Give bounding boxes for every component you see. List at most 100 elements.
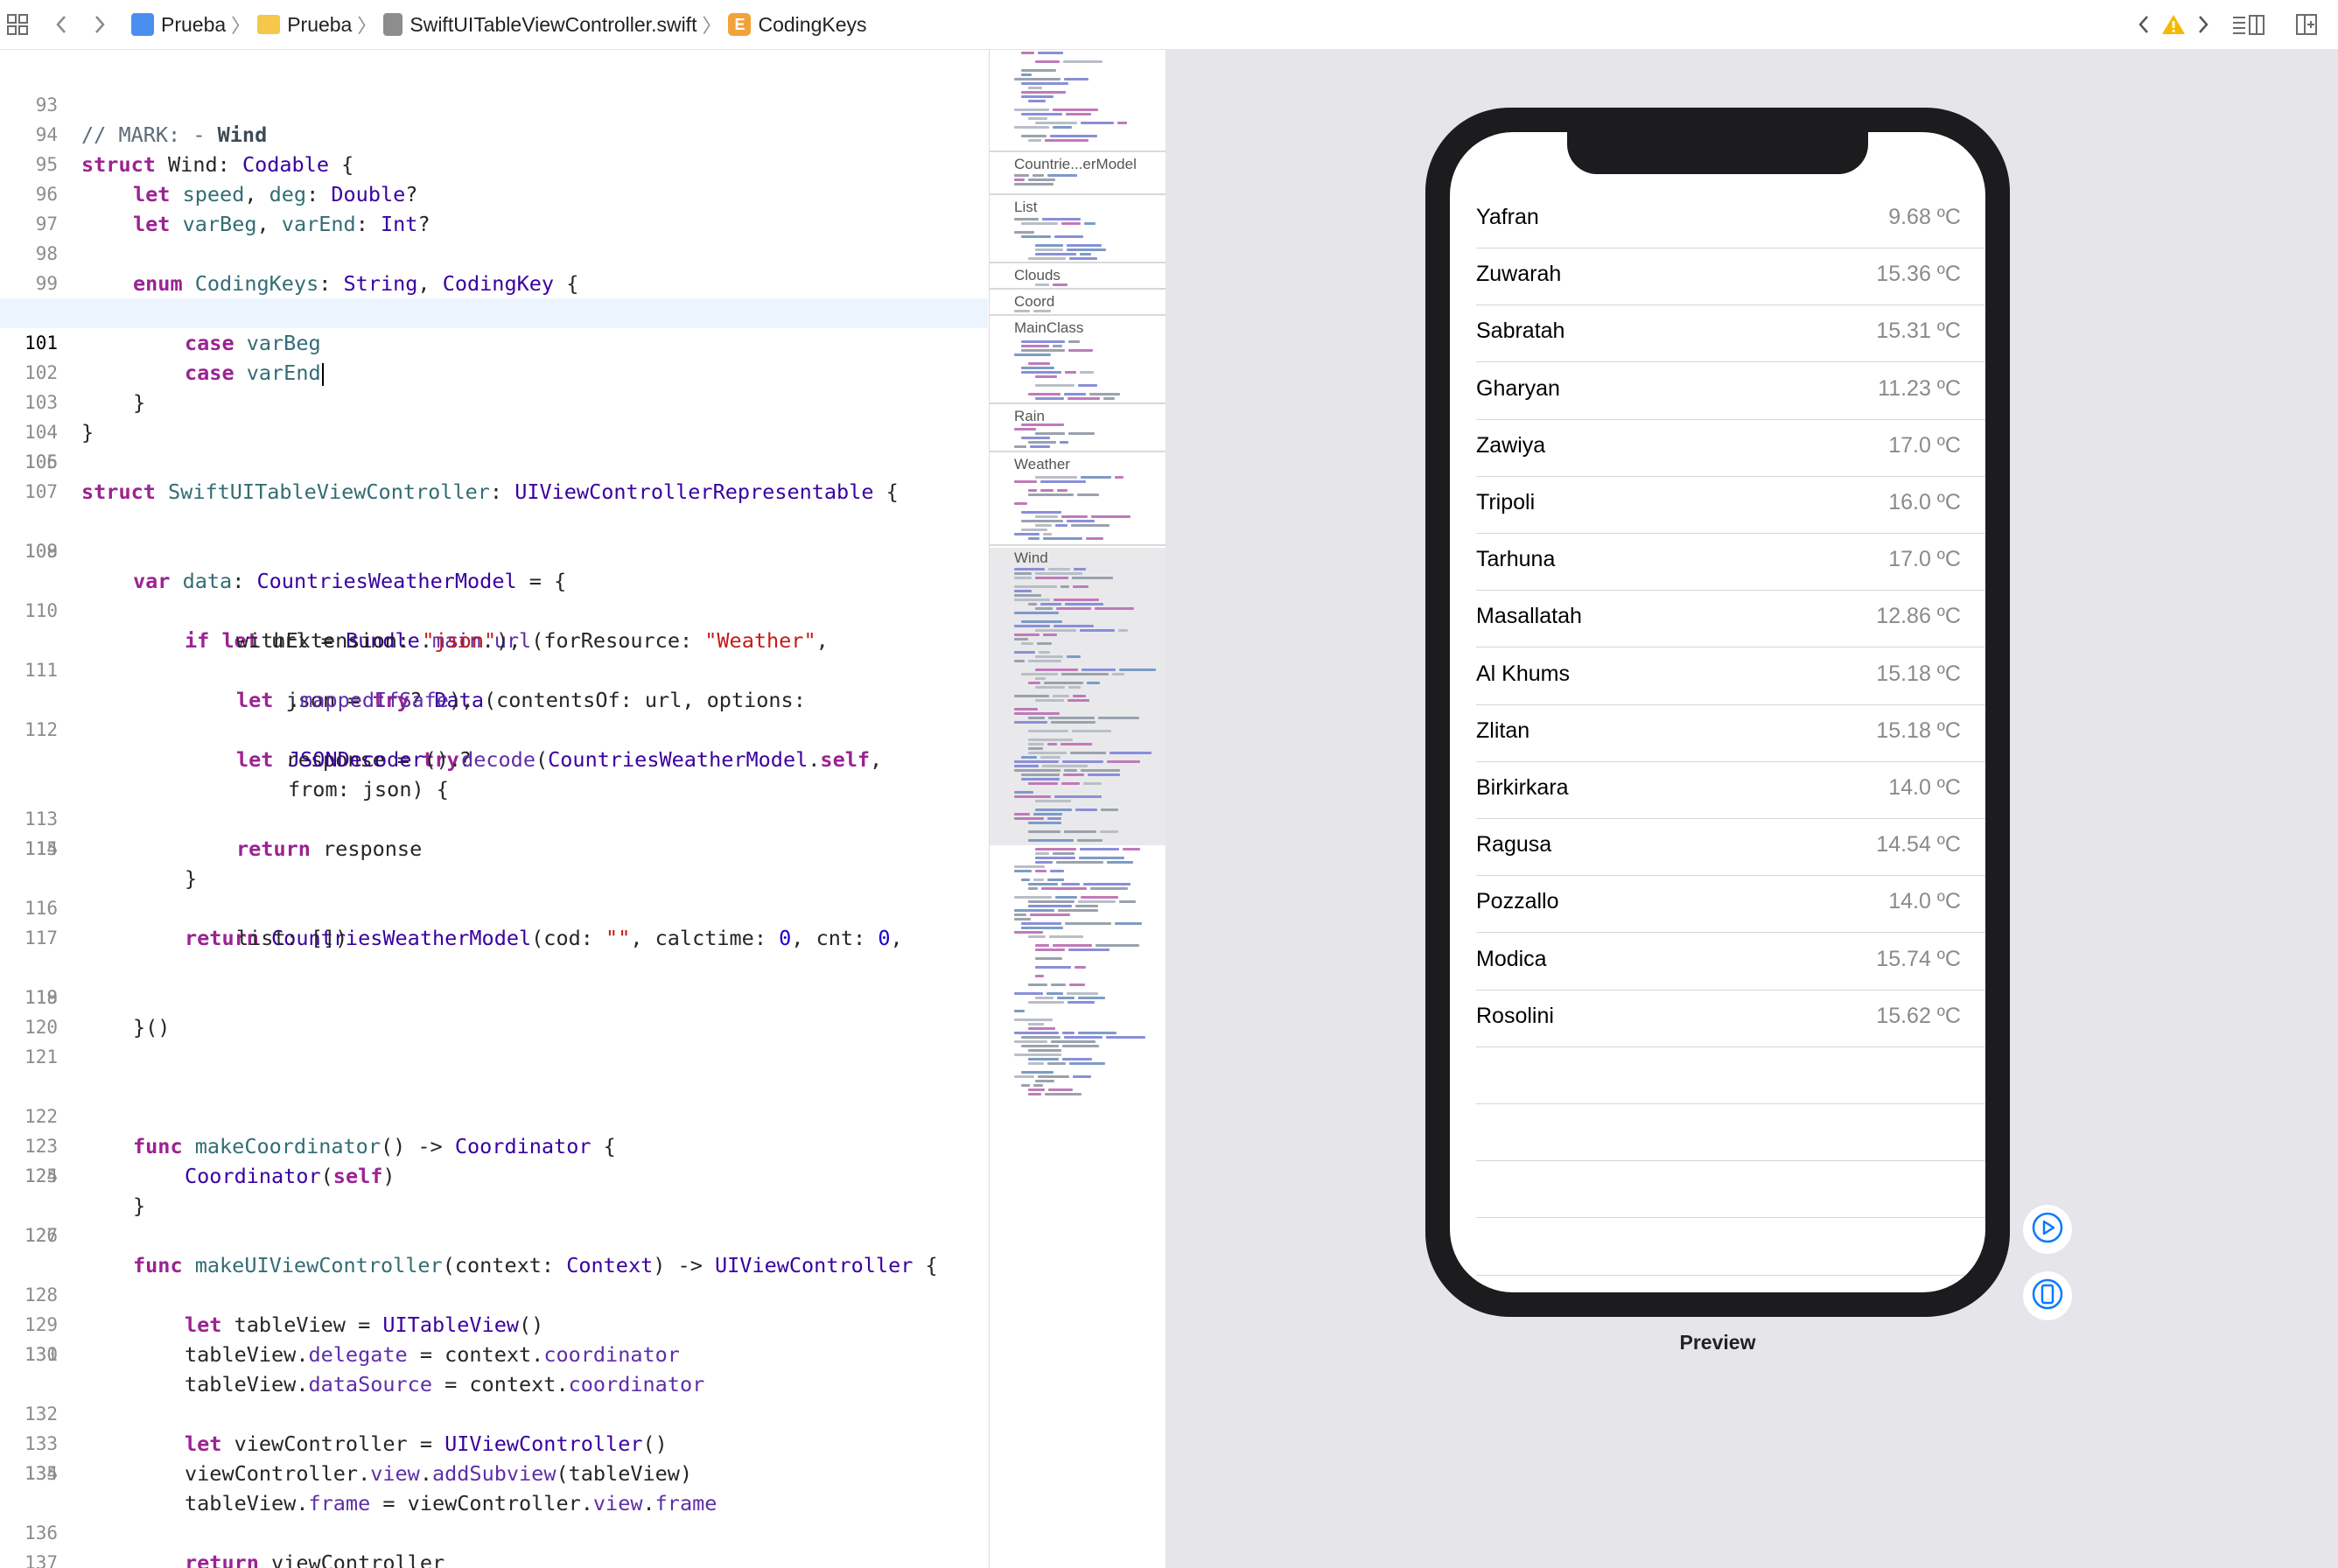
line-number: 107 [24,481,58,502]
table-row[interactable]: Modica 15.74 ºC [1476,933,1985,990]
table-row[interactable]: Ragusa 14.54 ºC [1476,818,1985,877]
warning-icon[interactable] [2158,9,2189,40]
table-row[interactable]: Zawiya 17.0 ºC [1476,419,1985,477]
breadcrumb-symbol[interactable]: E CodingKeys [728,13,867,37]
minimap[interactable]: Countrie...erModel List Clouds Coord Mai… [989,50,1166,1568]
code-line: 111 let json = try? Data(contentsOf: url… [0,626,988,712]
minimap-code-bar [1082,668,1116,671]
minimap-code-bar [1078,997,1105,999]
table-row[interactable]: Masallatah 12.86 ºC [1476,590,1985,648]
breadcrumb-file[interactable]: SwiftUITableViewController.swift [383,13,696,37]
current-code-line[interactable]: 101 case varEnd [0,298,988,386]
line-number: 120 [24,1017,58,1038]
minimap-code-bar [1014,695,1049,697]
table-row[interactable]: Gharyan 11.23 ºC [1476,362,1985,420]
minimap-code-bar [1062,760,1103,763]
back-icon[interactable] [46,9,77,40]
minimap-code-bar [1060,441,1068,444]
minimap-section[interactable]: Coord [990,288,1166,310]
minimap-code-bar [1014,638,1028,640]
minimap-code-bar [1053,695,1069,697]
device-preview-button[interactable] [2023,1271,2072,1320]
table-row[interactable]: Yafran 9.68 ºC [1476,191,1985,248]
minimap-code-bar [1064,78,1088,80]
minimap-code-bar [1035,253,1076,256]
table-row[interactable]: Pozzallo 14.0 ºC [1476,875,1985,934]
minimap-section[interactable]: Wind [990,544,1166,566]
minimap-section[interactable]: MainClass [990,314,1166,336]
minimap-code-bar [1040,480,1086,483]
minimap-code-bar [1049,935,1083,938]
city-name: Ragusa [1476,832,1552,858]
minimap-code-bar [1054,625,1094,627]
issue-back-icon[interactable] [2128,9,2160,40]
minimap-code-bar [1014,708,1038,710]
forward-icon[interactable] [84,9,116,40]
temperature-value: 12.86 ºC [1876,604,1961,629]
breadcrumb-folder[interactable]: Prueba [257,13,352,37]
preview-label: Preview [1679,1331,1756,1354]
chevron-right-icon: 〉 [357,15,377,37]
minimap-code-bar [1035,244,1063,247]
minimap-code-bar [1077,494,1099,496]
table-row[interactable]: Tarhuna 17.0 ºC [1476,533,1985,592]
minimap-code-bar [1091,515,1130,518]
empty-table-row [1476,1103,1985,1162]
minimap-code-bar [1014,765,1039,767]
minimap-code-bar [1021,927,1063,929]
editor-options-icon[interactable] [2230,9,2268,40]
code-line: 98 enum CodingKeys: String, CodingKey { [0,209,988,296]
chevron-right-icon: 〉 [231,15,251,37]
minimap-section[interactable]: Weather [990,451,1166,472]
table-row[interactable]: Rosolini 15.62 ºC [1476,990,1985,1047]
minimap-code-bar [1021,774,1060,776]
table-row[interactable]: Tripoli 16.0 ºC [1476,476,1985,534]
grid-icon[interactable] [2,9,33,40]
table-row[interactable]: Sabratah 15.31 ºC [1476,304,1985,363]
minimap-code-bar [1021,1036,1060,1039]
table-row[interactable]: Zuwarah 15.36 ºC [1476,248,1985,306]
line-number: 117 [24,928,58,948]
minimap-section[interactable]: Countrie...erModel [990,150,1166,172]
code-line: 99 case speed, deg [0,239,988,326]
temperature-value: 11.23 ºC [1878,375,1961,401]
city-name: Pozzallo [1476,889,1559,914]
minimap-code-bar [1123,848,1140,850]
code-line: 125 [0,1161,988,1191]
minimap-code-bar [1014,178,1025,181]
code-line: 120 [0,1012,988,1042]
minimap-code-bar [1021,1045,1059,1047]
minimap-section[interactable]: Rain [990,402,1166,424]
code-line: 93 [0,50,988,57]
minimap-code-bar [1014,78,1060,80]
temperature-value: 15.31 ºC [1876,318,1961,344]
add-editor-icon[interactable] [2291,9,2322,40]
source-editor[interactable]: 93 93 // MARK: - Wind 94 struct Wind: Co… [0,50,988,1568]
breadcrumb-project[interactable]: Prueba [131,13,226,37]
minimap-code-bar [1040,489,1054,492]
minimap-code-bar [1028,1062,1044,1065]
minimap-code-bar [1021,82,1068,85]
device-screen[interactable]: Yafran 9.68 ºC Zuwarah 15.36 ºC Sabratah 15.3… [1450,132,1985,1292]
minimap-code-bar [1014,918,1031,920]
table-row[interactable]: Birkirkara 14.0 ºC [1476,761,1985,819]
minimap-code-bar [1028,1093,1041,1096]
minimap-code-bar [1047,817,1061,820]
minimap-code-bar [1054,598,1099,601]
table-row[interactable]: Al Khums 15.18 ºC [1476,648,1985,705]
minimap-code-bar [1081,769,1120,772]
table-row[interactable]: Zlitan 15.18 ºC [1476,704,1985,762]
code-line: 124 } [0,1131,988,1218]
minimap-code-bar [1038,52,1063,54]
issue-forward-icon[interactable] [2188,9,2219,40]
minimap-code-bar [1033,878,1044,881]
minimap-code-bar [1110,752,1152,754]
minimap-code-bar [1084,222,1096,225]
minimap-section[interactable]: List [990,193,1166,215]
minimap-code-bar [1047,1062,1066,1065]
minimap-code-bar [1056,607,1091,610]
minimap-code-bar [1035,432,1065,435]
minimap-section[interactable]: Clouds [990,262,1166,284]
live-preview-button[interactable] [2023,1205,2072,1254]
minimap-code-bar [1040,603,1061,606]
